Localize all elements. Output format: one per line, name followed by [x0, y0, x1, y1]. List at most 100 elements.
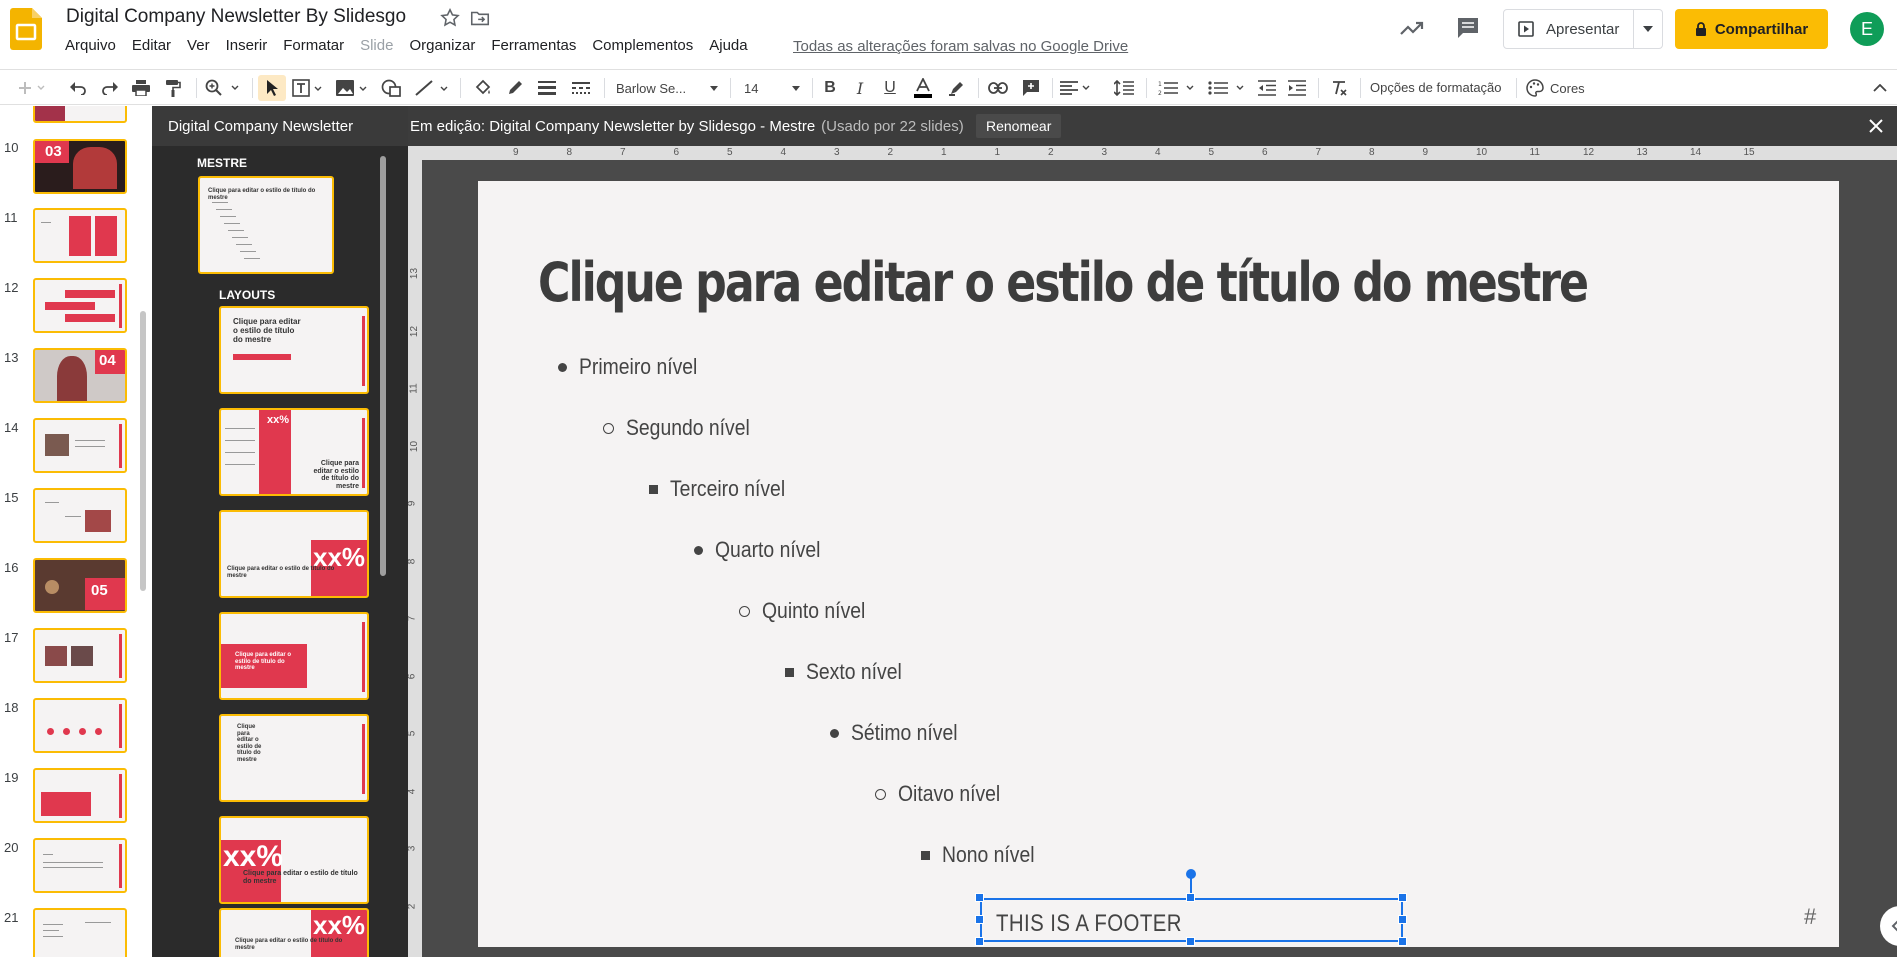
print-button[interactable]: [128, 75, 154, 101]
border-dash-button[interactable]: [568, 75, 594, 101]
master-thumbnail[interactable]: Clique para editar o estilo de título do…: [198, 176, 334, 274]
font-family-select[interactable]: Barlow Se...: [612, 75, 722, 101]
insert-comment-button[interactable]: [1018, 75, 1044, 101]
resize-handle-bottom-right[interactable]: [1398, 937, 1407, 946]
select-tool-button[interactable]: [258, 75, 286, 101]
master-slide-canvas[interactable]: Clique para editar o estilo de título do…: [478, 181, 1839, 947]
insert-link-button[interactable]: [984, 75, 1012, 101]
collapse-toolbar-button[interactable]: [1870, 75, 1890, 101]
highlight-color-button[interactable]: [944, 75, 970, 101]
text-box-button[interactable]: [290, 75, 326, 101]
slide-thumbnail[interactable]: 03: [33, 139, 127, 194]
line-button[interactable]: [412, 75, 452, 101]
line-spacing-button[interactable]: [1110, 75, 1138, 101]
font-size-select[interactable]: 14: [740, 75, 804, 101]
decrease-indent-button[interactable]: [1254, 75, 1280, 101]
resize-handle-bottom[interactable]: [1186, 937, 1195, 946]
horizontal-ruler[interactable]: 9 8 7 6 5 4 3 2 1 1 2 3 4 5 6 7 8 9 10 11 12 13 14 15: [408, 146, 1897, 160]
body-level-3[interactable]: Terceiro nível: [649, 476, 801, 502]
footer-text-box[interactable]: THIS IS A FOOTER: [980, 898, 1403, 942]
bold-button[interactable]: B: [818, 75, 842, 101]
slide-thumbnail[interactable]: [33, 278, 127, 333]
slide-thumbnail[interactable]: [33, 488, 127, 543]
slide-thumbnail[interactable]: [33, 698, 127, 753]
close-icon[interactable]: [1868, 118, 1884, 134]
format-options-button[interactable]: Opções de formatação: [1370, 80, 1502, 95]
slide-thumbnail[interactable]: 04: [33, 348, 127, 403]
activity-trend-icon[interactable]: [1398, 16, 1426, 40]
vertical-ruler[interactable]: 13121110987654321: [408, 160, 422, 957]
comment-icon[interactable]: [1455, 15, 1481, 41]
new-slide-button[interactable]: [14, 75, 50, 101]
italic-button[interactable]: I: [848, 75, 872, 101]
resize-handle-right[interactable]: [1398, 915, 1407, 924]
insert-image-button[interactable]: [332, 75, 372, 101]
layout-thumbnail[interactable]: xx% Clique para editar o estilo de títul…: [219, 408, 369, 496]
present-dropdown-button[interactable]: [1634, 10, 1662, 48]
colors-button[interactable]: Cores: [1526, 75, 1598, 101]
menu-ver[interactable]: Ver: [179, 37, 218, 54]
layout-thumbnail[interactable]: Clique para editar o estilo de título do…: [219, 306, 369, 394]
share-button[interactable]: Compartilhar: [1675, 9, 1828, 49]
numbered-list-button[interactable]: 12: [1156, 75, 1198, 101]
filmstrip-scrollbar[interactable]: [140, 311, 146, 591]
menu-organizar[interactable]: Organizar: [401, 37, 483, 54]
redo-button[interactable]: [98, 75, 122, 101]
slide-thumbnail[interactable]: [33, 106, 127, 123]
document-title[interactable]: Digital Company Newsletter By Slidesgo: [66, 6, 406, 28]
shape-button[interactable]: [378, 75, 404, 101]
menu-editar[interactable]: Editar: [124, 37, 179, 54]
border-color-button[interactable]: [502, 75, 528, 101]
rename-button[interactable]: Renomear: [976, 114, 1062, 138]
menu-ajuda[interactable]: Ajuda: [701, 37, 755, 54]
bulleted-list-button[interactable]: [1206, 75, 1248, 101]
increase-indent-button[interactable]: [1284, 75, 1310, 101]
side-panel-toggle-button[interactable]: [1880, 906, 1897, 946]
layout-thumbnail[interactable]: xx% Clique para editar o estilo de títul…: [219, 816, 369, 904]
slide-thumbnail[interactable]: [33, 418, 127, 473]
zoom-button[interactable]: [202, 75, 244, 101]
footer-text[interactable]: THIS IS A FOOTER: [996, 910, 1182, 938]
star-icon[interactable]: [439, 7, 461, 29]
layout-panel-scrollbar[interactable]: [380, 156, 386, 576]
resize-handle-top-right[interactable]: [1398, 893, 1407, 902]
menu-arquivo[interactable]: Arquivo: [57, 37, 124, 54]
user-avatar[interactable]: E: [1850, 12, 1884, 46]
rotation-handle[interactable]: [1186, 869, 1196, 879]
resize-handle-bottom-left[interactable]: [975, 937, 984, 946]
body-level-4[interactable]: Quarto nível: [694, 537, 835, 563]
menu-ferramentas[interactable]: Ferramentas: [483, 37, 584, 54]
resize-handle-top-left[interactable]: [975, 893, 984, 902]
menu-formatar[interactable]: Formatar: [275, 37, 352, 54]
layout-thumbnail[interactable]: xx% Clique para editar o estilo de títul…: [219, 908, 369, 957]
body-level-5[interactable]: Quinto nível: [739, 598, 879, 624]
text-color-button[interactable]: [910, 75, 936, 101]
fill-color-button[interactable]: [470, 75, 496, 101]
paint-format-button[interactable]: [160, 75, 186, 101]
resize-handle-top[interactable]: [1186, 893, 1195, 902]
slide-thumbnail[interactable]: [33, 908, 127, 957]
layout-thumbnail[interactable]: Clique para editar o estilo de título do…: [219, 714, 369, 802]
slide-thumbnail[interactable]: [33, 628, 127, 683]
layout-thumbnail[interactable]: Clique para editar o estilo de título do…: [219, 612, 369, 700]
body-level-8[interactable]: Oitavo nível: [875, 781, 1014, 807]
menu-complementos[interactable]: Complementos: [584, 37, 701, 54]
resize-handle-left[interactable]: [975, 915, 984, 924]
slide-thumbnail[interactable]: 05: [33, 558, 127, 613]
body-level-7[interactable]: Sétimo nível: [830, 720, 972, 746]
underline-button[interactable]: U: [878, 75, 902, 101]
present-button[interactable]: Apresentar: [1504, 10, 1635, 48]
save-status-link[interactable]: Todas as alterações foram salvas no Goog…: [793, 38, 1128, 55]
body-level-1[interactable]: Primeiro nível: [558, 354, 713, 380]
menu-inserir[interactable]: Inserir: [218, 37, 276, 54]
clear-formatting-button[interactable]: [1326, 75, 1352, 101]
slide-thumbnail[interactable]: [33, 208, 127, 263]
undo-button[interactable]: [66, 75, 90, 101]
slide-thumbnail[interactable]: [33, 838, 127, 893]
border-weight-button[interactable]: [534, 75, 560, 101]
body-level-9[interactable]: Nono nível: [921, 842, 1047, 868]
move-folder-icon[interactable]: [469, 7, 491, 29]
layout-thumbnail[interactable]: xx% Clique para editar o estilo de títul…: [219, 510, 369, 598]
menu-slide[interactable]: Slide: [352, 37, 401, 54]
slide-thumbnail[interactable]: [33, 768, 127, 823]
